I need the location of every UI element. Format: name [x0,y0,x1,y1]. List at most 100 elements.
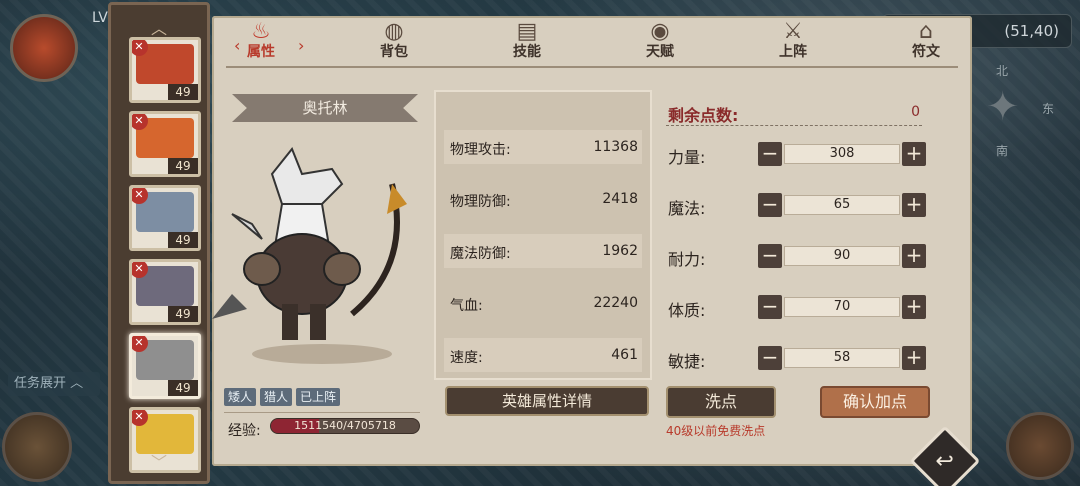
player-level-prefix: LV [92,10,108,26]
hero-detail-button[interactable]: 英雄属性详情 [445,386,649,416]
reset-points-note: 40级以前免费洗点 [666,424,766,438]
book-icon: ▤ [516,19,538,44]
attribute-row: 敏捷: −58 + [666,346,928,372]
stat-value: 22240 [593,295,638,311]
hero-slot[interactable]: ✕ 49 [129,259,201,325]
confirm-points-button[interactable]: 确认加点 [820,386,930,418]
hero-name: 奥托林 [302,99,348,117]
attribute-row: 耐力: −90 + [666,244,928,270]
attribute-row: 力量: −308 + [666,142,928,168]
hero-level: 49 [168,380,198,396]
compass-north: 北 [996,64,1009,78]
tab-4[interactable]: ⚔ 上阵 [758,20,828,64]
tab-2[interactable]: ▤ 技能 [492,20,562,64]
stat-row: 物理防御: 2418 [444,182,642,216]
remove-hero-icon[interactable]: ✕ [132,410,148,426]
attribute-row: 魔法: −65 + [666,193,928,219]
hero-name-banner: 奥托林 [232,94,418,122]
remove-hero-icon[interactable]: ✕ [132,114,148,130]
task-expand-button[interactable]: 任务展开 ︿ [8,372,100,396]
hero-tag: 已上阵 [296,388,341,406]
stat-label: 魔法防御: [450,246,511,262]
attribute-label: 力量: [668,148,706,167]
attribute-label: 敏捷: [668,352,706,371]
tab-label: 背包 [380,44,408,60]
minus-icon[interactable]: − [758,244,782,268]
reset-points-button[interactable]: 洗点 [666,386,776,418]
tab-label: 符文 [912,44,940,60]
stat-label: 气血: [450,298,483,314]
return-arrow-icon: ↩ [935,448,954,474]
bottom-left-menu-button[interactable] [2,412,72,482]
tab-label: 天赋 [646,44,674,60]
scroll-down-icon[interactable]: ﹀ [111,449,207,473]
plus-icon[interactable]: + [902,346,926,370]
stat-label: 物理攻击: [450,142,511,158]
attribute-value: 58 [784,348,900,368]
remaining-points-value: 0 [911,104,920,120]
exp-divider [224,412,420,413]
attribute-value: 65 [784,195,900,215]
plus-icon[interactable]: + [902,142,926,166]
stat-value: 1962 [602,243,638,259]
tab-3[interactable]: ◉ 天赋 [625,20,695,64]
attribute-label: 耐力: [668,250,706,269]
eye-icon: ◉ [650,19,670,44]
panel-tabs: ♨ 属性 ◍ 背包 ▤ 技能 ◉ 天赋 ⚔ 上阵 ⌂ 符文 [212,16,972,68]
remove-hero-icon[interactable]: ✕ [132,40,148,56]
tab-bracket-left-icon: ‹ [234,36,241,55]
hero-portrait-icon [212,147,407,364]
bottom-right-menu-button[interactable] [1006,412,1074,480]
remove-hero-icon[interactable]: ✕ [132,336,148,352]
stat-label: 物理防御: [450,194,511,210]
hero-slot[interactable]: ✕ 49 [129,185,201,251]
minus-icon[interactable]: − [758,193,782,217]
compass-east: 东 [1041,102,1054,116]
hero-slot[interactable]: ✕ 49 [129,333,201,399]
compass: ✦ 北 东 南 [986,62,1054,162]
attribute-value: 90 [784,246,900,266]
attribute-label: 体质: [668,301,706,320]
minus-icon[interactable]: − [758,142,782,166]
stat-row: 气血: 22240 [444,286,642,320]
hero-tags: 矮人 猎人 已上阵 [224,386,344,406]
bag-icon: ◍ [384,19,404,44]
remove-hero-icon[interactable]: ✕ [132,188,148,204]
tab-label: 上阵 [779,44,807,60]
minus-icon[interactable]: − [758,346,782,370]
attribute-value: 70 [784,297,900,317]
tab-bracket-right-icon: › [298,36,305,55]
exp-label: 经验: [228,423,261,439]
hero-tag: 猎人 [260,388,293,406]
remove-hero-icon[interactable]: ✕ [132,262,148,278]
compass-star-icon: ✦ [986,84,1020,130]
player-avatar[interactable] [10,14,78,82]
tab-label: 技能 [513,44,541,60]
tab-1[interactable]: ◍ 背包 [359,20,429,64]
scroll-up-icon[interactable]: ︿ [111,15,207,39]
attribute-label: 魔法: [668,199,706,218]
hero-level: 49 [168,84,198,100]
rune-icon: ⌂ [919,19,933,44]
minus-icon[interactable]: − [758,295,782,319]
tab-divider [226,66,958,68]
stat-value: 461 [611,347,638,363]
stat-row: 物理攻击: 11368 [444,130,642,164]
stat-value: 11368 [593,139,638,155]
hero-slot[interactable]: ✕ 49 [129,37,201,103]
exp-bar: 1511540/4705718 [270,418,420,434]
tab-5[interactable]: ⌂ 符文 [891,20,961,64]
plus-icon[interactable]: + [902,244,926,268]
stats-box: 物理攻击: 11368 物理防御: 2418 魔法防御: 1962 气血: 22240 速度: 4… [434,90,652,380]
exp-value: 1511540/4705718 [294,419,396,432]
attribute-row: 体质: −70 + [666,295,928,321]
plus-icon[interactable]: + [902,295,926,319]
stat-row: 速度: 461 [444,338,642,372]
stat-value: 2418 [602,191,638,207]
remaining-points-label: 剩余点数: [668,106,739,125]
plus-icon[interactable]: + [902,193,926,217]
stat-label: 速度: [450,350,483,366]
compass-south: 南 [996,144,1009,158]
hero-tag: 矮人 [224,388,257,406]
hero-slot[interactable]: ✕ 49 [129,111,201,177]
